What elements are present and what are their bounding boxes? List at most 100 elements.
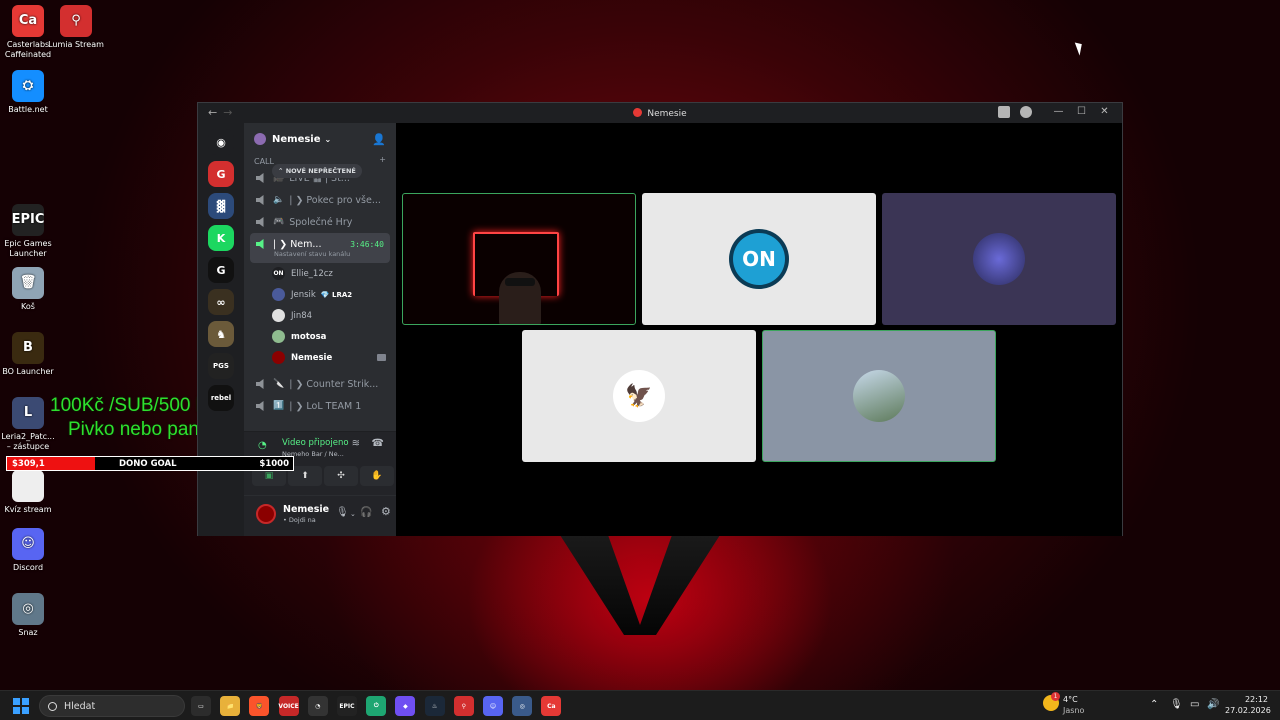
member-item[interactable]: Nemesie xyxy=(244,347,396,368)
taskbar-app[interactable]: 📁 xyxy=(220,696,241,716)
server-icon[interactable]: G xyxy=(208,257,234,283)
user-tile-ellie[interactable]: ON xyxy=(642,193,876,325)
desktop-icon[interactable]: B BO Launcher xyxy=(0,332,56,377)
member-name: Jin84 xyxy=(291,310,313,321)
disconnect-icon[interactable]: ☎ xyxy=(372,438,384,449)
tile-avatar xyxy=(853,370,905,422)
server-icon[interactable]: ▓ xyxy=(208,193,234,219)
signal-icon[interactable]: ◔ xyxy=(258,440,267,451)
speaker-icon xyxy=(256,379,264,389)
video-tile-stream[interactable] xyxy=(402,193,636,325)
desktop-icon[interactable]: ⛭ Battle.net xyxy=(0,70,56,115)
taskbar: Hledat ▭ 📁 🦁 VOICE ◔ EPIC ⏻ ◆ ♨ ⚲ ☺ ◎ Ca 1 4°C Jasno… xyxy=(0,690,1280,720)
taskbar-app[interactable]: VOICE xyxy=(278,696,299,716)
help-icon[interactable] xyxy=(1020,106,1032,118)
mic-icon[interactable]: 🎙 xyxy=(336,507,349,518)
taskbar-app[interactable]: ⏻ xyxy=(366,696,387,716)
network-icon[interactable]: ▭ xyxy=(1190,699,1199,710)
add-user-icon[interactable]: 👤 xyxy=(372,133,386,146)
settings-icon[interactable]: ⚙ xyxy=(381,505,391,518)
taskbar-app[interactable]: ◔ xyxy=(307,696,328,716)
desktop-icon-label: Snaz xyxy=(18,628,38,637)
desktop-icon-label: Battle.net xyxy=(8,105,48,114)
taskbar-app[interactable]: ◆ xyxy=(395,696,416,716)
avatar[interactable] xyxy=(256,504,276,524)
voice-channel[interactable]: 1️⃣ | ❯ LoL TEAM 1 xyxy=(244,395,396,417)
desktop-icon[interactable]: ☺ Discord xyxy=(0,528,56,573)
guild-header[interactable]: Nemesie ⌄ 👤 xyxy=(244,123,396,155)
channel-name: | ❯ Counter Strik... xyxy=(289,378,379,390)
desktop-app-icon: 🗑 xyxy=(12,267,44,299)
voice-channel[interactable]: 🔈 | ❯ Pokec pro vše... xyxy=(244,189,396,211)
channel-emoji: 🎮 xyxy=(273,217,285,227)
taskbar-app[interactable]: EPIC xyxy=(337,696,357,716)
server-icon[interactable]: ♞ xyxy=(208,321,234,347)
member-item[interactable]: Jensik 💎 LRA2 xyxy=(244,284,396,305)
chevron-up-icon[interactable]: ⌃ xyxy=(1150,699,1158,710)
new-unread-pill[interactable]: ⌃ NOVÉ NEPŘEČTENÉ xyxy=(272,164,362,178)
user-name: Nemesie xyxy=(283,504,330,515)
taskbar-app[interactable]: ▭ xyxy=(191,696,211,716)
server-icon[interactable]: rebel xyxy=(208,385,234,411)
desktop-icon-label: Leria2_Patc... – zástupce xyxy=(1,432,55,451)
taskbar-app[interactable]: ⚲ xyxy=(453,696,474,716)
user-tile-jensik[interactable] xyxy=(882,193,1116,325)
chevron-down-icon[interactable]: ⌄ xyxy=(350,510,356,518)
member-name: motosa xyxy=(291,331,327,342)
active-channel-name: | ❯ Nem... xyxy=(273,238,322,250)
minimize-button[interactable]: — xyxy=(1047,106,1070,117)
speaker-icon xyxy=(256,173,264,183)
server-icon[interactable]: PGS xyxy=(208,353,234,379)
volume-icon[interactable]: 🔊 xyxy=(1207,699,1219,710)
avatar xyxy=(272,309,285,322)
weather-temp[interactable]: 4°C xyxy=(1063,695,1078,704)
soundboard-button[interactable]: ✋ xyxy=(360,466,394,486)
noise-suppression-icon[interactable]: ≋ xyxy=(352,438,360,449)
desktop-icon[interactable]: L Leria2_Patc... – zástupce xyxy=(0,397,56,452)
desktop-icon[interactable]: ⚲ Lumia Stream xyxy=(48,5,104,50)
channel-name: | ❯ LoL TEAM 1 xyxy=(289,400,362,412)
close-button[interactable]: ✕ xyxy=(1093,106,1116,117)
desktop-app-icon: ⛭ xyxy=(12,70,44,102)
taskbar-app[interactable]: ♨ xyxy=(424,696,445,716)
user-panel: Nemesie • Dojdi na 🎙 ⌄ 🎧 ⚙ xyxy=(244,496,396,536)
desktop-icon[interactable]: EPIC Epic Games Launcher xyxy=(0,204,56,259)
member-item[interactable]: motosa xyxy=(244,326,396,347)
inbox-icon[interactable] xyxy=(998,106,1010,118)
mic-icon[interactable]: 🎙 xyxy=(1170,699,1183,710)
taskbar-app[interactable]: ☺ xyxy=(483,696,503,716)
user-tile-jin84[interactable]: 🦅 xyxy=(522,330,756,462)
maximize-button[interactable]: ☐ xyxy=(1070,106,1093,117)
desktop-app-icon: EPIC xyxy=(12,204,44,236)
desktop-icon[interactable]: Kvíz stream xyxy=(0,470,56,515)
member-item[interactable]: ON Ellie_12cz xyxy=(244,263,396,284)
taskbar-app[interactable]: ◎ xyxy=(512,696,533,716)
clock-date[interactable]: 27.02.2026 xyxy=(1225,706,1271,715)
window-title: Nemesie xyxy=(647,109,687,119)
channel-status[interactable]: Nastavení stavu kanálu xyxy=(256,250,384,258)
active-voice-channel[interactable]: | ❯ Nem... 3:46:40 Nastavení stavu kanál… xyxy=(250,233,390,263)
user-tile-motosa[interactable] xyxy=(762,330,996,462)
channel-name: | ❯ Pokec pro vše... xyxy=(289,194,381,206)
desktop-icon[interactable]: ◎ Snaz xyxy=(0,593,56,638)
taskbar-app[interactable]: 🦁 xyxy=(249,696,270,716)
headset-icon[interactable]: 🎧 xyxy=(360,507,372,518)
desktop-icon[interactable]: 🗑 Koš xyxy=(0,267,56,312)
goal-label: DONO GOAL xyxy=(119,459,177,469)
server-icon[interactable]: G xyxy=(208,161,234,187)
activity-button[interactable]: ✣ xyxy=(324,466,358,486)
server-icon[interactable]: ◉ xyxy=(208,129,234,155)
channel-sidebar: Nemesie ⌄ 👤 CALL + ⌃ NOVÉ NEPŘEČTENÉ 🎥 LI… xyxy=(244,123,396,536)
voice-status[interactable]: Video připojeno xyxy=(282,438,349,448)
server-icon[interactable]: K xyxy=(208,225,234,251)
taskbar-app[interactable]: Ca xyxy=(541,696,562,716)
voice-channel[interactable]: 🎮 Společné Hry xyxy=(244,211,396,233)
chevron-down-icon: ⌄ xyxy=(324,134,332,144)
member-item[interactable]: Jin84 xyxy=(244,305,396,326)
server-icon[interactable]: ∞ xyxy=(208,289,234,315)
search-box[interactable]: Hledat xyxy=(39,695,185,717)
start-button[interactable] xyxy=(13,698,29,714)
clock-time[interactable]: 22:12 xyxy=(1238,695,1268,704)
voice-channel[interactable]: 🔪 | ❯ Counter Strik... xyxy=(244,373,396,395)
add-channel-icon[interactable]: + xyxy=(379,155,386,164)
